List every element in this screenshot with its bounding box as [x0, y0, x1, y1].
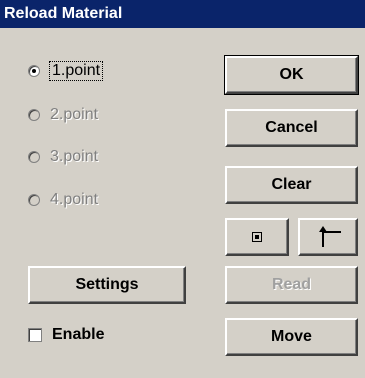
center-point-button[interactable]	[225, 218, 289, 256]
cancel-button[interactable]: Cancel	[225, 109, 358, 147]
radio-point-2[interactable]: 2.point	[28, 103, 98, 127]
enable-checkbox-box[interactable]	[28, 328, 42, 342]
radio-button-point-2[interactable]	[28, 109, 40, 121]
radio-point-4[interactable]: 4.point	[28, 188, 98, 212]
radio-button-point-1[interactable]	[28, 65, 40, 77]
window-title: Reload Material	[0, 0, 365, 28]
ok-button[interactable]: OK	[224, 55, 359, 95]
enable-checkbox[interactable]: Enable	[28, 326, 104, 344]
radio-label-point-4: 4.point	[50, 191, 99, 208]
radio-button-point-3[interactable]	[28, 151, 40, 163]
enable-checkbox-label: Enable	[52, 326, 105, 343]
corner-point-icon	[319, 226, 341, 247]
center-point-icon	[252, 232, 262, 242]
radio-label-point-1: 1.point	[48, 61, 104, 81]
radio-point-1[interactable]: 1.point	[28, 59, 104, 83]
corner-point-button[interactable]	[298, 218, 358, 256]
radio-label-point-2: 2.point	[50, 106, 99, 123]
settings-button[interactable]: Settings	[28, 266, 186, 304]
radio-button-point-4[interactable]	[28, 194, 40, 206]
radio-label-point-3: 3.point	[50, 148, 99, 165]
read-button[interactable]: Read	[225, 266, 358, 304]
clear-button[interactable]: Clear	[225, 166, 358, 204]
move-button[interactable]: Move	[225, 318, 358, 356]
radio-point-3[interactable]: 3.point	[28, 145, 98, 169]
